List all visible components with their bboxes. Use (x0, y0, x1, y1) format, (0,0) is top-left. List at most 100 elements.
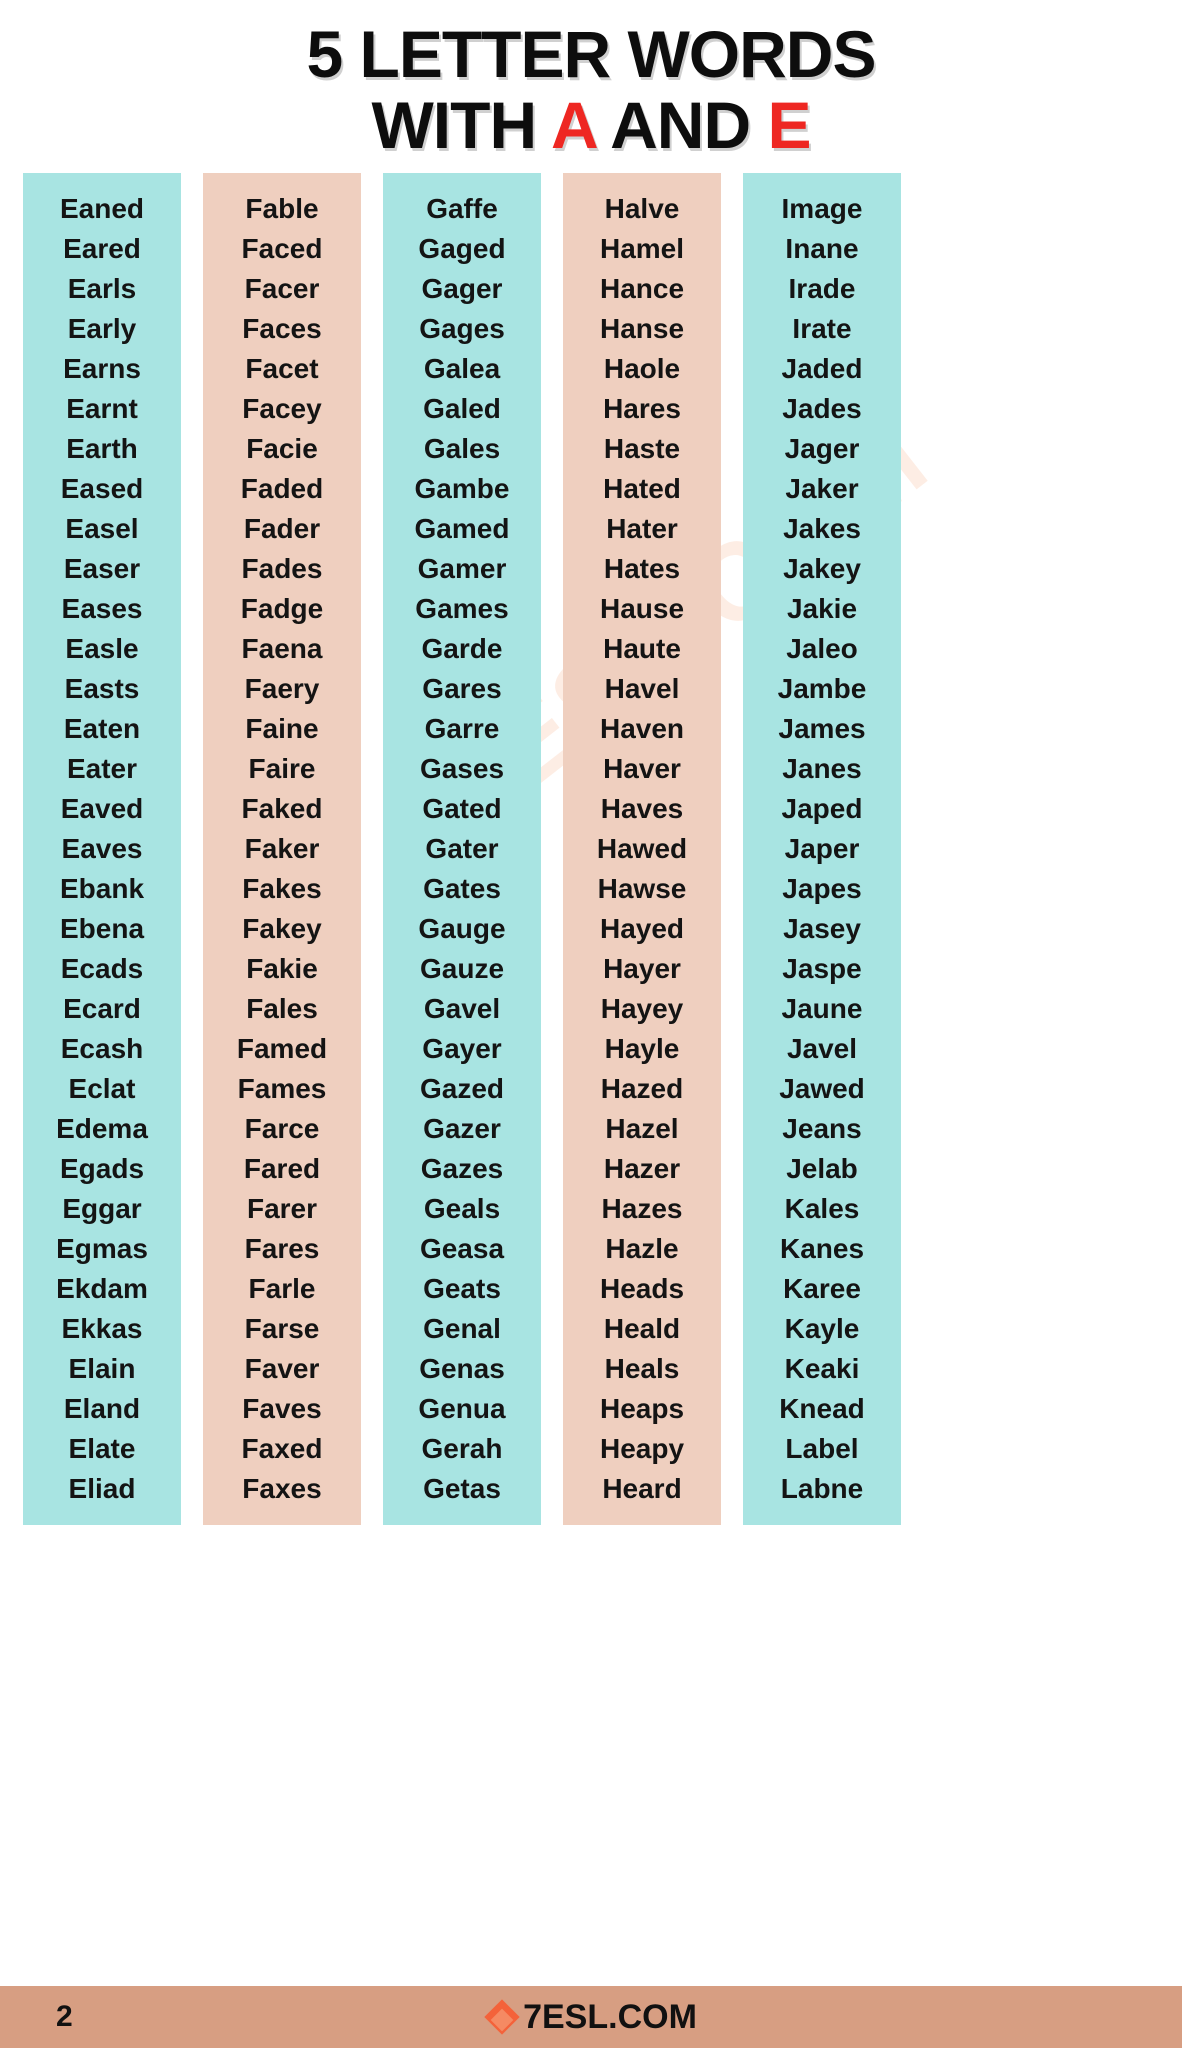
word-item: Hayer (603, 953, 681, 984)
word-item: Jawed (779, 1073, 865, 1104)
word-item: Faire (248, 753, 316, 784)
word-item: Fakey (242, 913, 322, 944)
word-item: Games (415, 593, 509, 624)
word-item: Geals (423, 1193, 501, 1224)
word-item: Garde (421, 633, 503, 664)
word-item: Heald (603, 1313, 681, 1344)
word-item: Elain (68, 1353, 136, 1384)
word-item: Eared (63, 233, 141, 264)
word-item: Halve (604, 193, 680, 224)
word-item: Gauge (418, 913, 506, 944)
word-item: Jakes (783, 513, 861, 544)
word-item: Earth (66, 433, 138, 464)
word-item: Gayer (422, 1033, 502, 1064)
word-item: Elate (68, 1433, 136, 1464)
word-item: Keaki (784, 1353, 860, 1384)
word-item: Getas (423, 1473, 501, 1504)
word-item: Japer (784, 833, 860, 864)
word-item: Earns (63, 353, 141, 384)
word-item: Kales (784, 1193, 860, 1224)
word-item: Eater (66, 753, 138, 784)
word-item: Hanse (599, 313, 685, 344)
word-item: Haver (603, 753, 681, 784)
word-item: Ebena (59, 913, 145, 944)
word-item: Garre (424, 713, 500, 744)
word-item: Heads (599, 1273, 685, 1304)
word-item: Faxed (241, 1433, 323, 1464)
word-item: Ebank (59, 873, 145, 904)
word-item: Haute (603, 633, 681, 664)
word-item: Eases (61, 593, 143, 624)
word-item: Ekdam (56, 1273, 148, 1304)
word-item: Jelab (786, 1153, 858, 1184)
word-item: Hazer (603, 1153, 681, 1184)
word-item: Hazel (605, 1113, 679, 1144)
word-item: Faery (244, 673, 320, 704)
word-item: Heard (602, 1473, 682, 1504)
word-item: Farce (244, 1113, 320, 1144)
word-item: Haven (599, 713, 685, 744)
word-item: Galea (423, 353, 501, 384)
title-accent-a: A (551, 87, 596, 162)
word-item: Jaleo (786, 633, 858, 664)
word-item: Gerah (421, 1433, 503, 1464)
word-column-3: Gaffe Gaged Gager Gages Galea Galed Gales Gambe… (383, 173, 541, 1525)
word-item: Japed (781, 793, 863, 824)
word-item: Gates (423, 873, 501, 904)
word-item: Hazed (600, 1073, 684, 1104)
word-item: Gazer (423, 1113, 501, 1144)
word-item: Gales (423, 433, 501, 464)
word-item: Eliad (68, 1473, 136, 1504)
word-item: Hates (603, 553, 681, 584)
word-item: Jakey (783, 553, 861, 584)
title-line-1: 5 LETTER WORDS (306, 17, 876, 91)
word-item: Faces (242, 313, 322, 344)
word-item: Haves (600, 793, 684, 824)
word-column-4: Halve Hamel Hance Hanse Haole Hares Haste Hated… (563, 173, 721, 1525)
word-item: Facie (246, 433, 318, 464)
word-item: Hayle (604, 1033, 680, 1064)
word-item: Heaps (599, 1393, 685, 1424)
word-item: Gazes (420, 1153, 504, 1184)
word-item: Eaved (60, 793, 144, 824)
word-item: Genua (418, 1393, 506, 1424)
word-item: Faxes (242, 1473, 322, 1504)
word-item: Hayey (600, 993, 684, 1024)
word-item: Geasa (419, 1233, 505, 1264)
word-item: Jeans (782, 1113, 862, 1144)
word-item: Faves (242, 1393, 322, 1424)
word-item: Haole (603, 353, 681, 384)
word-item: Hater (606, 513, 678, 544)
word-item: Gamed (414, 513, 510, 544)
word-item: Heapy (599, 1433, 685, 1464)
word-item: Fakes (242, 873, 322, 904)
word-item: Eclat (68, 1073, 136, 1104)
word-item: Janes (782, 753, 862, 784)
word-item: Inane (785, 233, 859, 264)
word-item: Jasey (783, 913, 861, 944)
word-item: Gager (421, 273, 503, 304)
word-item: Faver (244, 1353, 320, 1384)
word-item: Facey (242, 393, 322, 424)
word-item: Ecads (60, 953, 144, 984)
word-item: Hause (599, 593, 685, 624)
word-item: Famed (236, 1033, 328, 1064)
word-item: Kayle (784, 1313, 860, 1344)
title-line-2: WITH A AND E (0, 92, 1182, 158)
word-item: Kanes (779, 1233, 865, 1264)
word-item: Eggar (62, 1193, 142, 1224)
word-item: Geats (423, 1273, 501, 1304)
word-item: Jager (784, 433, 860, 464)
word-item: Faced (241, 233, 323, 264)
word-item: Farle (248, 1273, 316, 1304)
word-item: Havel (604, 673, 680, 704)
word-item: Ecash (60, 1033, 144, 1064)
word-item: Faded (240, 473, 324, 504)
word-item: James (778, 713, 866, 744)
word-item: Fades (241, 553, 323, 584)
word-item: Gares (422, 673, 502, 704)
word-item: Gazed (419, 1073, 505, 1104)
word-item: Fader (243, 513, 321, 544)
word-item: Hawse (597, 873, 687, 904)
word-item: Javel (786, 1033, 858, 1064)
